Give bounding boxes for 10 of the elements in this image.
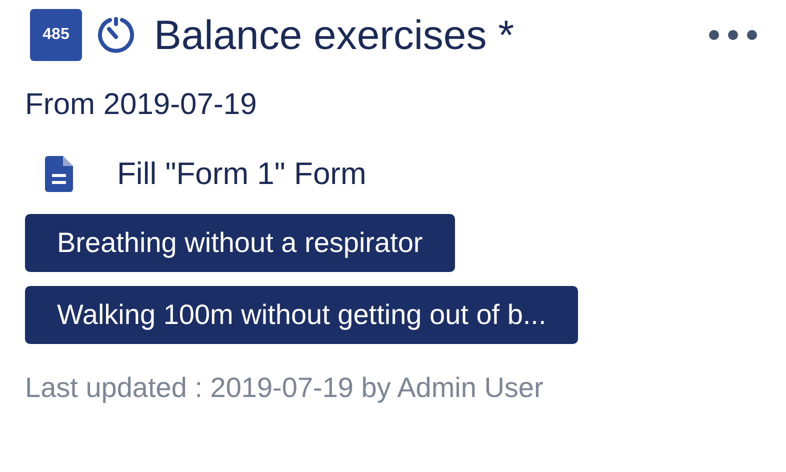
id-badge: 485 bbox=[30, 9, 82, 61]
task-title: Balance exercises * bbox=[154, 12, 514, 58]
document-icon bbox=[45, 156, 73, 192]
tag: Walking 100m without getting out of b... bbox=[25, 286, 578, 344]
more-icon bbox=[708, 29, 758, 41]
tag: Breathing without a respirator bbox=[25, 214, 455, 272]
timer-icon bbox=[96, 15, 136, 55]
last-updated-text: Last updated : 2019-07-19 by Admin User bbox=[25, 372, 544, 404]
start-date: From 2019-07-19 bbox=[25, 88, 258, 122]
task-link[interactable]: Fill "Form 1" Form bbox=[117, 156, 366, 192]
